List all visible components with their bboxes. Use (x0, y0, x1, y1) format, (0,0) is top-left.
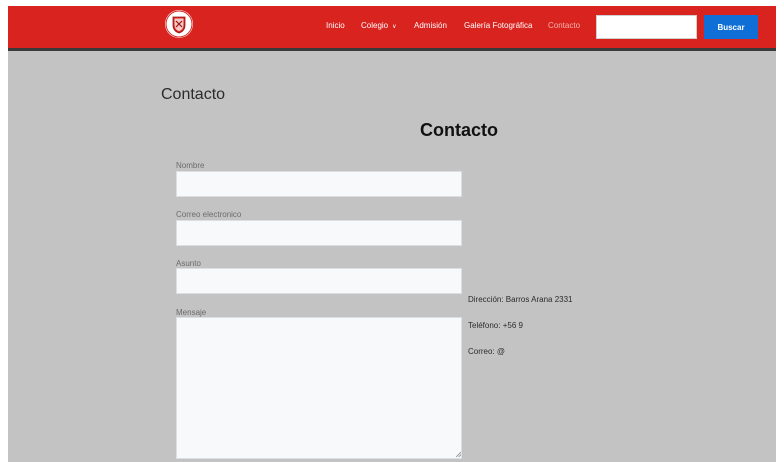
name-label: Nombre (176, 161, 205, 170)
top-navbar: Inicio Colegio ∨ Admisión Galería Fotográ… (8, 6, 776, 51)
contact-email: Correo: @ (468, 347, 506, 356)
nav-item-colegio-label: Colegio (361, 21, 389, 30)
page-background: Inicio Colegio ∨ Admisión Galería Fotográ… (8, 6, 776, 462)
school-crest-icon (165, 10, 193, 38)
contact-phone: Teléfono: +56 9 (468, 321, 523, 330)
nav-item-galeria[interactable]: Galería Fotográfica (464, 21, 532, 31)
nav-item-colegio[interactable]: Colegio ∨ (361, 21, 397, 32)
nav-item-contacto[interactable]: Contacto (548, 21, 580, 31)
page-title: Contacto (161, 86, 226, 103)
email-field[interactable] (176, 220, 462, 246)
search-button[interactable]: Buscar (704, 15, 758, 39)
form-title: Contacto (420, 120, 498, 140)
message-field[interactable] (176, 317, 462, 459)
subject-field[interactable] (176, 268, 462, 294)
search-input[interactable] (596, 15, 697, 39)
contact-address: Dirección: Barros Arana 2331 (468, 295, 573, 304)
resize-grip-icon[interactable] (455, 451, 461, 457)
school-logo[interactable] (165, 10, 193, 38)
nav-item-admision[interactable]: Admisión (414, 21, 447, 31)
nav-item-inicio[interactable]: Inicio (326, 21, 345, 31)
name-field[interactable] (176, 171, 462, 197)
chevron-down-icon: ∨ (392, 24, 397, 30)
email-label: Correo electronico (176, 210, 242, 219)
